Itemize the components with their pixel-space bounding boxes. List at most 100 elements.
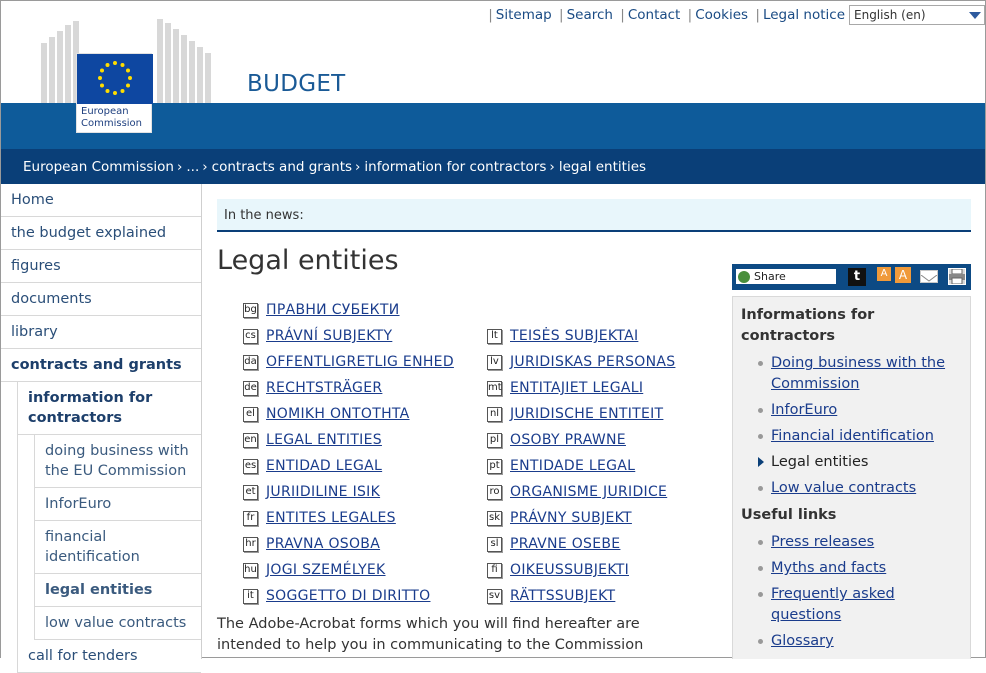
sidebar-link[interactable]: Low value contracts bbox=[771, 480, 916, 496]
language-row: pl OSOBY PRAWNE bbox=[487, 427, 675, 453]
sidebar-link[interactable]: InforEuro bbox=[771, 402, 837, 418]
breadcrumb-item[interactable]: information for contractors bbox=[364, 159, 546, 175]
language-version-link[interactable]: NOMIKH ONTOTHTA bbox=[266, 406, 410, 422]
language-row: pt ENTIDADE LEGAL bbox=[487, 453, 675, 479]
email-icon[interactable] bbox=[920, 270, 938, 283]
nav-item-home[interactable]: Home bbox=[1, 184, 201, 217]
sidebar-list-item: Glossary bbox=[741, 631, 962, 652]
language-version-link[interactable]: ENTITAJIET LEGALI bbox=[510, 380, 643, 396]
language-version-link[interactable]: JURIDISKAS PERSONAS bbox=[510, 354, 675, 370]
language-row: nl JURIDISCHE ENTITEIT bbox=[487, 401, 675, 427]
language-code-icon: de bbox=[243, 380, 258, 396]
envelope-icon bbox=[920, 274, 938, 282]
language-version-link[interactable]: ENTIDADE LEGAL bbox=[510, 458, 635, 474]
language-version-link[interactable]: RECHTSTRÄGER bbox=[266, 380, 382, 396]
sidebar-link[interactable]: Doing business with the Commission bbox=[771, 355, 945, 392]
language-version-link[interactable]: TEISĖS SUBJEKTAI bbox=[510, 328, 638, 344]
european-commission-logo[interactable]: European Commission bbox=[76, 53, 153, 133]
nav-item-doing-business[interactable]: doing business with the EU Commission bbox=[35, 435, 201, 488]
language-list-right: lt TEISĖS SUBJEKTAI lv JURIDISKAS PERSONAS m… bbox=[487, 323, 675, 609]
nav-item-documents[interactable]: documents bbox=[1, 283, 201, 316]
in-the-news-bar: In the news: bbox=[217, 199, 971, 232]
sidebar-list-item: Legal entities bbox=[741, 452, 962, 473]
sidebar-list-item: InforEuro bbox=[741, 400, 962, 421]
sidebar-link[interactable]: Frequently asked questions bbox=[771, 586, 895, 623]
contact-link[interactable]: Contact bbox=[628, 7, 681, 23]
breadcrumb: European Commission ›... › contracts and gr… bbox=[1, 149, 985, 184]
language-code-icon: en bbox=[243, 432, 258, 448]
breadcrumb-item[interactable]: European Commission bbox=[23, 159, 174, 175]
language-version-link[interactable]: SOGGETTO DI DIRITTO bbox=[266, 588, 430, 604]
language-version-link[interactable]: PRÁVNY SUBJEKT bbox=[510, 510, 632, 526]
breadcrumb-item[interactable]: contracts and grants bbox=[212, 159, 352, 175]
language-select[interactable]: English (en) bbox=[849, 5, 985, 25]
language-row: sl PRAVNE OSEBE bbox=[487, 531, 675, 557]
share-icon bbox=[738, 271, 750, 283]
nav-item-contracts-and-grants[interactable]: contracts and grants bbox=[1, 349, 201, 382]
language-version-link[interactable]: JURIDISCHE ENTITEIT bbox=[510, 406, 663, 422]
cookies-link[interactable]: Cookies bbox=[695, 7, 748, 23]
sidebar-link[interactable]: Press releases bbox=[771, 534, 874, 550]
search-link[interactable]: Search bbox=[567, 7, 613, 23]
language-version-link[interactable]: JOGI SZEMÉLYEK bbox=[266, 562, 386, 578]
language-version-link[interactable]: OIKEUSSUBJEKTI bbox=[510, 562, 629, 578]
language-row: es ENTIDAD LEGAL bbox=[243, 453, 454, 479]
share-button[interactable]: Share bbox=[736, 269, 836, 284]
language-row: fi OIKEUSSUBJEKTI bbox=[487, 557, 675, 583]
legal-notice-link[interactable]: Legal notice bbox=[763, 7, 845, 23]
language-version-link[interactable]: ORGANISME JURIDICE bbox=[510, 484, 667, 500]
sidebar-useful-links: Press releases Myths and facts Frequently … bbox=[741, 532, 962, 652]
breadcrumb-item[interactable]: ... bbox=[186, 159, 199, 175]
language-version-link[interactable]: ENTIDAD LEGAL bbox=[266, 458, 382, 474]
nav-item-call-for-tenders[interactable]: call for tenders bbox=[18, 640, 201, 673]
language-row: mt ENTITAJIET LEGALI bbox=[487, 375, 675, 401]
tumblr-icon[interactable]: t bbox=[848, 268, 866, 286]
print-icon[interactable] bbox=[948, 268, 966, 285]
language-code-icon: nl bbox=[487, 406, 502, 422]
nav-item-inforeuro[interactable]: InforEuro bbox=[35, 488, 201, 521]
language-version-link[interactable]: LEGAL ENTITIES bbox=[266, 432, 382, 448]
language-code-icon: sk bbox=[487, 510, 502, 526]
sidebar-link[interactable]: Financial identification bbox=[771, 428, 934, 444]
language-row: bg ПРАВНИ СУБЕКТИ bbox=[243, 297, 454, 323]
nav-item-budget-explained[interactable]: the budget explained bbox=[1, 217, 201, 250]
language-version-link[interactable]: PRAVNE OSEBE bbox=[510, 536, 620, 552]
language-version-link[interactable]: OFFENTLIGRETLIG ENHED bbox=[266, 354, 454, 370]
breadcrumb-separator-icon: › bbox=[355, 159, 361, 175]
top-link-separator: | bbox=[620, 7, 625, 23]
nav-item-information-for-contractors[interactable]: information for contractors bbox=[18, 382, 201, 435]
font-smaller-icon[interactable]: A bbox=[877, 267, 891, 281]
language-version-link[interactable]: OSOBY PRAWNE bbox=[510, 432, 626, 448]
sidebar-link[interactable]: Myths and facts bbox=[771, 560, 886, 576]
breadcrumb-current: legal entities bbox=[558, 159, 647, 175]
language-row: et JURIIDILINE ISIK bbox=[243, 479, 454, 505]
language-version-link[interactable]: PRAVNA OSOBA bbox=[266, 536, 380, 552]
nav-item-low-value-contracts[interactable]: low value contracts bbox=[35, 607, 201, 640]
top-link-separator: | bbox=[755, 7, 760, 23]
sidebar-list-item: Doing business with the Commission bbox=[741, 353, 962, 395]
language-row: lt TEISĖS SUBJEKTAI bbox=[487, 323, 675, 349]
language-version-link[interactable]: RÄTTSSUBJEKT bbox=[510, 588, 615, 604]
language-code-icon: el bbox=[243, 406, 258, 422]
language-code-icon: lv bbox=[487, 354, 502, 370]
intro-paragraph: The Adobe-Acrobat forms which you will f… bbox=[217, 616, 644, 653]
sitemap-link[interactable]: Sitemap bbox=[496, 7, 552, 23]
logo-text: European Commission bbox=[81, 106, 142, 130]
sidebar-section-title: Informations for contractors bbox=[741, 307, 875, 344]
language-version-link[interactable]: JURIIDILINE ISIK bbox=[266, 484, 380, 500]
site-title[interactable]: BUDGET bbox=[247, 71, 346, 97]
sidebar-link[interactable]: Glossary bbox=[771, 633, 834, 649]
breadcrumb-separator-icon: › bbox=[202, 159, 208, 175]
eu-flag-icon bbox=[77, 54, 153, 104]
language-version-link[interactable]: ПРАВНИ СУБЕКТИ bbox=[266, 302, 400, 318]
language-list-left: bg ПРАВНИ СУБЕКТИ cs PRÁVNÍ SUBJEKTY da OFFEN… bbox=[243, 297, 454, 609]
nav-item-financial-identification[interactable]: financial identification bbox=[35, 521, 201, 574]
language-version-link[interactable]: ENTITES LEGALES bbox=[266, 510, 396, 526]
nav-item-legal-entities[interactable]: legal entities bbox=[35, 574, 201, 607]
nav-item-library[interactable]: library bbox=[1, 316, 201, 349]
page-title: Legal entities bbox=[217, 245, 399, 276]
language-version-link[interactable]: PRÁVNÍ SUBJEKTY bbox=[266, 328, 392, 344]
font-larger-icon[interactable]: A bbox=[895, 267, 911, 283]
language-row: hu JOGI SZEMÉLYEK bbox=[243, 557, 454, 583]
nav-item-figures[interactable]: figures bbox=[1, 250, 201, 283]
